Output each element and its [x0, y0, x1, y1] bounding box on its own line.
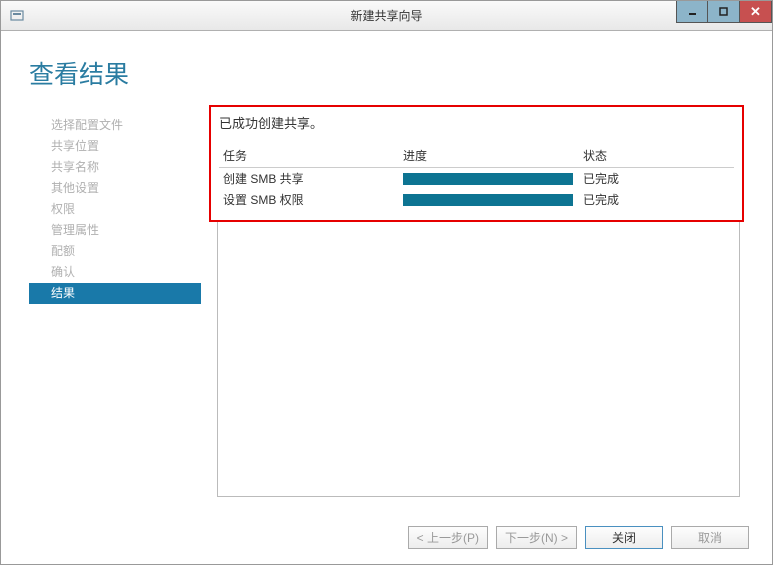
column-header-task[interactable]: 任务	[219, 144, 399, 168]
sidebar-item-mgmt-properties: 管理属性	[29, 220, 201, 241]
close-button[interactable]: ✕	[740, 1, 772, 23]
column-header-progress[interactable]: 进度	[399, 144, 579, 168]
progress-bar	[403, 173, 573, 185]
result-log-panel	[217, 222, 740, 497]
previous-button: < 上一步(P)	[408, 526, 488, 549]
task-progress	[399, 168, 579, 190]
task-status: 已完成	[579, 168, 734, 190]
sidebar-item-select-profile: 选择配置文件	[29, 115, 201, 136]
task-progress	[399, 189, 579, 210]
maximize-button[interactable]	[708, 1, 740, 23]
column-header-status[interactable]: 状态	[579, 144, 734, 168]
wizard-footer: < 上一步(P) 下一步(N) > 关闭 取消	[408, 526, 749, 549]
sidebar-item-confirm: 确认	[29, 262, 201, 283]
task-name: 创建 SMB 共享	[219, 168, 399, 190]
result-message: 已成功创建共享。	[219, 113, 734, 132]
task-table: 任务 进度 状态 创建 SMB 共享 已完成 设置 SMB 权限	[219, 144, 734, 210]
page-title: 查看结果	[29, 55, 744, 91]
window-title: 新建共享向导	[350, 7, 422, 24]
titlebar: 新建共享向导 ✕	[1, 1, 772, 31]
progress-bar	[403, 194, 573, 206]
highlight-annotation: 已成功创建共享。 任务 进度 状态 创建 SMB 共享 已完成	[209, 105, 744, 222]
table-row: 设置 SMB 权限 已完成	[219, 189, 734, 210]
window-controls: ✕	[676, 1, 772, 23]
sidebar-item-other-settings: 其他设置	[29, 178, 201, 199]
sidebar-item-results: 结果	[29, 283, 201, 304]
task-name: 设置 SMB 权限	[219, 189, 399, 210]
sidebar-item-quota: 配额	[29, 241, 201, 262]
close-wizard-button[interactable]: 关闭	[585, 526, 663, 549]
cancel-button: 取消	[671, 526, 749, 549]
sidebar-item-permissions: 权限	[29, 199, 201, 220]
main-content: 已成功创建共享。 任务 进度 状态 创建 SMB 共享 已完成	[201, 115, 744, 497]
task-status: 已完成	[579, 189, 734, 210]
minimize-button[interactable]	[676, 1, 708, 23]
sidebar-item-share-location: 共享位置	[29, 136, 201, 157]
table-row: 创建 SMB 共享 已完成	[219, 168, 734, 190]
app-icon	[9, 8, 25, 24]
sidebar-item-share-name: 共享名称	[29, 157, 201, 178]
next-button: 下一步(N) >	[496, 526, 577, 549]
wizard-steps-sidebar: 选择配置文件 共享位置 共享名称 其他设置 权限 管理属性 配额 确认 结果	[29, 115, 201, 497]
